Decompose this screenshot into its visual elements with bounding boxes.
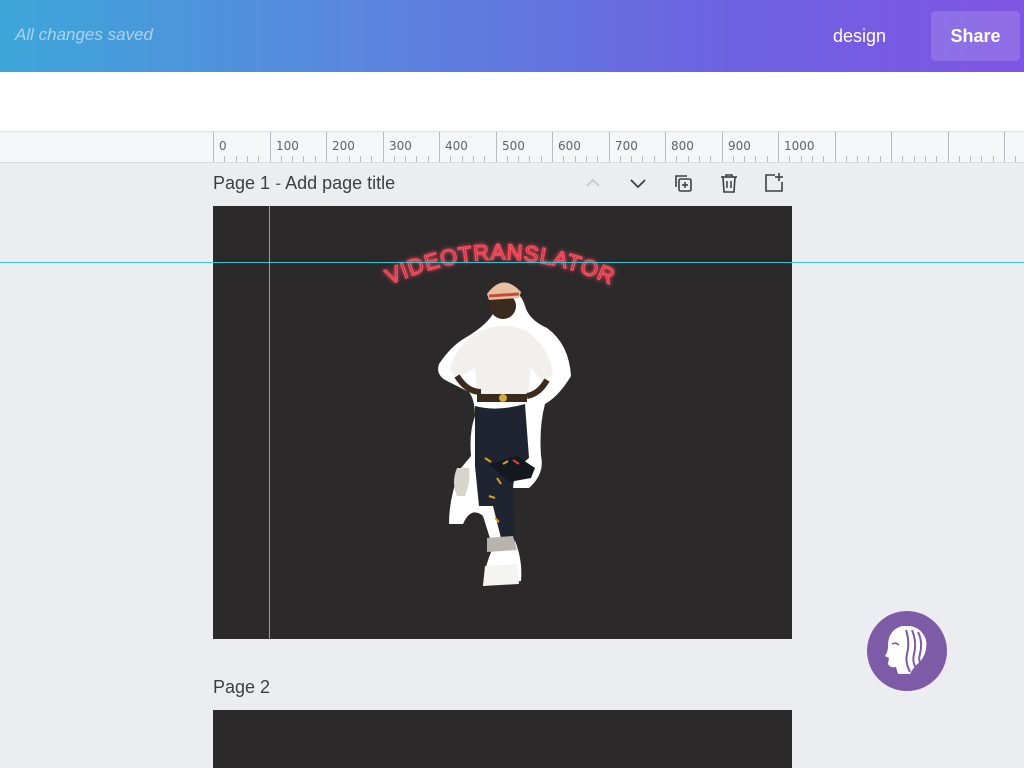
- face-profile-icon: [885, 626, 927, 674]
- curved-title-text[interactable]: VIDEOTRANSLATOR: [381, 239, 620, 290]
- page-1-canvas[interactable]: VIDEOTRANSLATOR: [213, 206, 792, 639]
- page-title-separator: -: [270, 173, 286, 193]
- move-page-down-button[interactable]: [625, 170, 651, 196]
- horizontal-ruler[interactable]: 0 100 200 300 400 500 600 700 800 900 10…: [0, 132, 1024, 163]
- ruler-label: 300: [389, 139, 412, 153]
- delete-page-button[interactable]: [716, 170, 742, 196]
- ruler-label: 100: [276, 139, 299, 153]
- ruler-label: 900: [728, 139, 751, 153]
- curved-title-path: VIDEOTRANSLATOR: [381, 239, 619, 290]
- ruler-label: 500: [502, 139, 525, 153]
- dancer-illustration[interactable]: [438, 282, 571, 586]
- chevron-up-icon: [586, 178, 600, 187]
- horizontal-guide-line[interactable]: [0, 262, 1024, 263]
- design-artwork[interactable]: VIDEOTRANSLATOR: [213, 206, 792, 639]
- ruler-label: 1000: [784, 139, 815, 153]
- editor-toolbar: [0, 72, 1024, 132]
- duplicate-page-button[interactable]: [670, 170, 696, 196]
- save-status: All changes saved: [15, 25, 153, 44]
- chevron-down-icon: [630, 179, 646, 189]
- trash-icon: [721, 174, 737, 193]
- top-header: All changes saved design Share: [0, 0, 1024, 72]
- share-button[interactable]: Share: [931, 11, 1020, 61]
- page-2-label: Page 2: [213, 677, 271, 697]
- page-1-header: Page 1 - Add page title: [213, 173, 395, 194]
- ruler-label: 800: [671, 139, 694, 153]
- move-page-up-button[interactable]: [580, 170, 606, 196]
- ruler-label: 200: [332, 139, 355, 153]
- ruler-label: 0: [219, 139, 227, 153]
- add-page-icon: [765, 173, 783, 192]
- assistant-avatar-button[interactable]: [867, 611, 947, 691]
- ruler-label: 600: [558, 139, 581, 153]
- add-page-button[interactable]: [761, 170, 787, 196]
- duplicate-page-icon: [675, 175, 692, 192]
- ruler-label: 700: [615, 139, 638, 153]
- ruler-label: 400: [445, 139, 468, 153]
- page-label: Page 1: [213, 173, 271, 193]
- page-title-input[interactable]: Add page title: [285, 173, 395, 193]
- vertical-guide-line[interactable]: [269, 206, 270, 639]
- page-2-canvas[interactable]: [213, 710, 792, 768]
- design-menu-button[interactable]: design: [833, 26, 886, 47]
